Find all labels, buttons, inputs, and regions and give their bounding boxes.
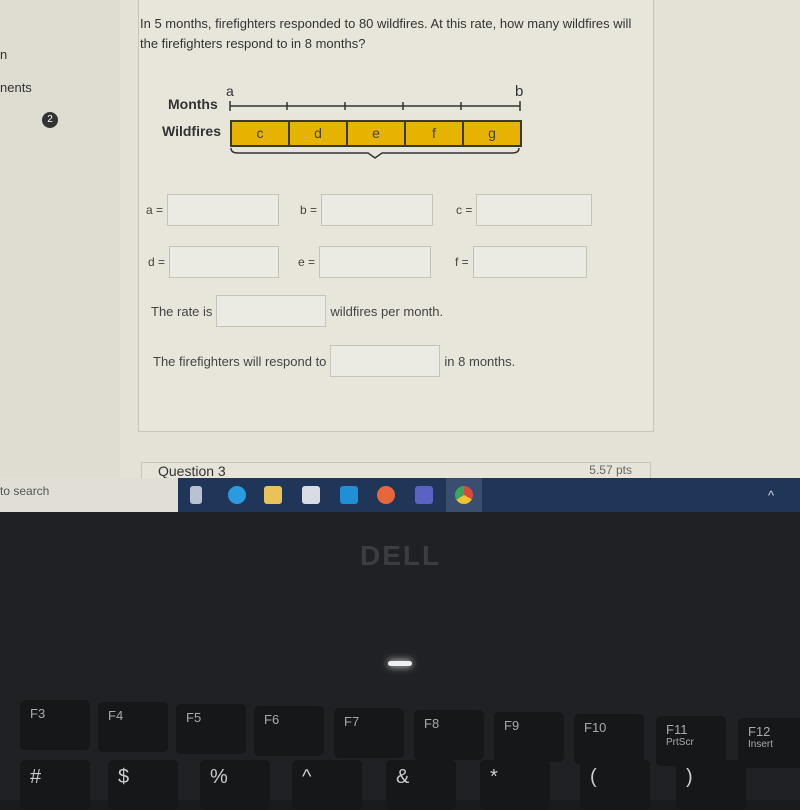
rate-input[interactable] (216, 295, 327, 327)
teams-icon[interactable] (415, 486, 433, 504)
segment-c: c (230, 120, 290, 147)
key-symbol[interactable]: ) (676, 760, 746, 810)
key-f7[interactable]: F7 (334, 708, 404, 758)
key-f10[interactable]: F10 (574, 714, 644, 764)
respond-prefix: The firefighters will respond to (153, 353, 327, 369)
key-label: F12 (748, 724, 771, 739)
brace (230, 147, 520, 159)
segment-f: f (404, 120, 464, 147)
key-symbol[interactable]: & (386, 760, 456, 810)
sidebar: n nents 2 (0, 0, 120, 480)
key-label: F11 (666, 722, 688, 737)
wildfires-label: Wildfires (162, 123, 221, 139)
sidebar-item-comments[interactable]: nents (0, 80, 32, 95)
key-label: F7 (344, 714, 360, 729)
key-label: F9 (504, 718, 520, 733)
search-placeholder: to search (0, 484, 50, 498)
segment-e: e (346, 120, 406, 147)
a-input[interactable] (167, 194, 280, 226)
f-input[interactable] (472, 246, 587, 278)
sidebar-item[interactable]: n (0, 47, 7, 62)
key-label: F5 (186, 710, 202, 725)
search-box[interactable]: to search (0, 478, 178, 512)
a-label: a = (146, 203, 164, 217)
d-input[interactable] (169, 246, 280, 278)
segment-d: d (288, 120, 348, 147)
key-label: F3 (30, 706, 46, 721)
taskbar: to search ^ (0, 478, 800, 512)
power-led (388, 661, 412, 666)
chevron-up-icon[interactable]: ^ (768, 488, 774, 503)
key-label: F10 (584, 720, 607, 735)
edge-icon[interactable] (228, 486, 246, 504)
key-f3[interactable]: F3 (20, 700, 90, 750)
months-label: Months (168, 96, 218, 112)
key-f9[interactable]: F9 (494, 712, 564, 762)
key-symbol[interactable]: * (480, 760, 550, 810)
file-explorer-icon[interactable] (264, 486, 282, 504)
chrome-icon[interactable] (455, 486, 473, 504)
key-label: F4 (108, 708, 124, 723)
key-symbol[interactable]: ( (580, 760, 650, 810)
key-f11[interactable]: F11 PrtScr (656, 716, 726, 766)
e-label: e = (298, 255, 316, 269)
respond-suffix: in 8 months. (444, 353, 516, 369)
store-icon[interactable] (302, 486, 320, 504)
b-label: b = (300, 203, 318, 217)
question-text: In 5 months, firefighters responded to 8… (140, 16, 632, 51)
key-symbol[interactable]: $ (108, 760, 178, 810)
key-label: F6 (264, 712, 280, 727)
respond-input[interactable] (330, 345, 441, 377)
key-f12[interactable]: F12 Insert (738, 718, 800, 768)
c-label: c = (456, 203, 473, 217)
key-symbol[interactable]: # (20, 760, 90, 810)
question-3-points: 5.57 pts (589, 463, 632, 477)
dell-logo: DELL (360, 540, 442, 571)
mail-icon[interactable] (340, 486, 358, 504)
key-symbol[interactable]: % (200, 760, 270, 810)
segment-g: g (462, 120, 522, 147)
key-symbol[interactable]: ^ (292, 760, 362, 810)
e-input[interactable] (319, 246, 432, 278)
key-f4[interactable]: F4 (98, 702, 168, 752)
chrome-tab[interactable] (446, 478, 482, 512)
task-view-icon[interactable] (190, 486, 202, 504)
b-input[interactable] (321, 194, 434, 226)
label-a: a (226, 83, 234, 99)
key-sublabel: PrtScr (666, 737, 694, 748)
d-label: d = (148, 255, 166, 269)
firefox-icon[interactable] (377, 486, 395, 504)
key-label: F8 (424, 716, 440, 731)
rate-suffix: wildfires per month. (330, 303, 444, 319)
rate-prefix: The rate is (151, 303, 213, 319)
key-sublabel: Insert (748, 739, 774, 750)
f-label: f = (455, 255, 469, 269)
question-3-title: Question 3 (158, 463, 226, 479)
c-input[interactable] (476, 194, 593, 226)
key-f6[interactable]: F6 (254, 706, 324, 756)
count-badge: 2 (42, 112, 58, 128)
key-f8[interactable]: F8 (414, 710, 484, 760)
screen: n nents 2 In 5 months, firefighters resp… (0, 0, 800, 512)
key-f5[interactable]: F5 (176, 704, 246, 754)
